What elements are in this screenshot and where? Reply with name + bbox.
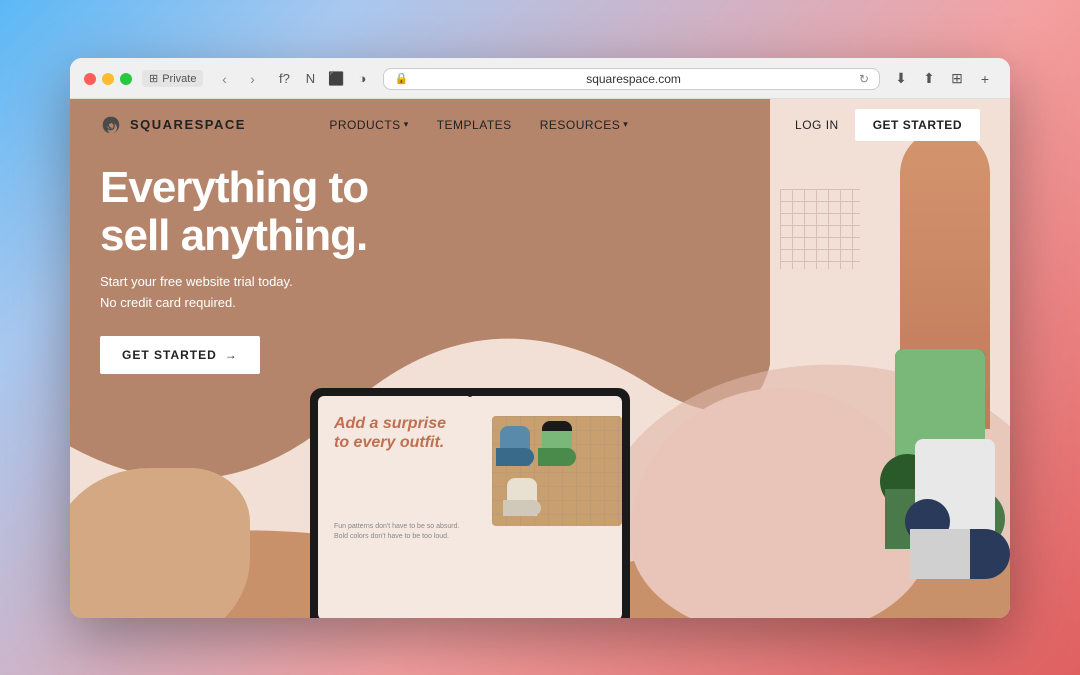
browser-chrome: ⊞ Private ‹ › f? N ⬛ ◑ 🔒 squarespace.com… [70, 58, 1010, 99]
browser-toolbar-icons: f? N ⬛ ◑ [273, 68, 373, 90]
nav-right-actions: LOG IN GET STARTED [795, 109, 980, 141]
logo-text: SQUARESPACE [130, 117, 246, 132]
laptop-product-image [492, 416, 622, 526]
laptop-mockup: Add a surprise to every outfit. [310, 388, 630, 618]
traffic-lights [84, 73, 132, 85]
site-navigation: SQUARESPACE PRODUCTS ▾ TEMPLATES RESOURC… [70, 99, 1010, 151]
traffic-light-green[interactable] [120, 73, 132, 85]
toolbar-shield-icon[interactable]: ◑ [351, 68, 373, 90]
nav-products[interactable]: PRODUCTS ▾ [329, 118, 408, 132]
hero-headline: Everything to sell anything. [100, 164, 368, 261]
share-icon[interactable]: ⬆ [918, 68, 940, 90]
nav-resources[interactable]: RESOURCES ▾ [540, 118, 629, 132]
download-icon[interactable]: ⬇ [890, 68, 912, 90]
squarespace-logo-icon [100, 114, 122, 136]
cta-arrow-icon: → [225, 348, 238, 362]
address-bar[interactable]: 🔒 squarespace.com ↻ [383, 68, 880, 90]
laptop-ad-body: Fun patterns don't have to be so absurd.… [334, 522, 464, 542]
private-mode-badge: ⊞ Private [142, 70, 203, 87]
grid-icon[interactable]: ⊞ [946, 68, 968, 90]
traffic-light-yellow[interactable] [102, 73, 114, 85]
laptop-body: Add a surprise to every outfit. [310, 388, 630, 618]
sock-decoration [880, 129, 1010, 549]
browser-right-icons: ⬇ ⬆ ⊞ + [890, 68, 996, 90]
decorative-grid [780, 189, 860, 269]
browser-window: ⊞ Private ‹ › f? N ⬛ ◑ 🔒 squarespace.com… [70, 58, 1010, 618]
laptop-screen: Add a surprise to every outfit. [318, 396, 622, 618]
white-sock [910, 419, 1010, 579]
laptop-screen-content: Add a surprise to every outfit. [318, 396, 622, 618]
hero-section: Everything to sell anything. Start your … [100, 164, 368, 374]
private-mode-icon: ⊞ [149, 72, 158, 85]
traffic-light-red[interactable] [84, 73, 96, 85]
refresh-icon[interactable]: ↻ [859, 72, 869, 86]
get-started-nav-button[interactable]: GET STARTED [855, 109, 980, 141]
toolbar-fx-icon[interactable]: f? [273, 68, 295, 90]
leg-illustration [880, 129, 1010, 549]
private-mode-label: Private [162, 73, 196, 85]
nav-templates[interactable]: TEMPLATES [437, 118, 512, 132]
back-button[interactable]: ‹ [213, 68, 235, 90]
forward-button[interactable]: › [241, 68, 263, 90]
toolbar-dark-icon[interactable]: ⬛ [325, 68, 347, 90]
nav-links: PRODUCTS ▾ TEMPLATES RESOURCES ▾ [329, 118, 628, 132]
resources-chevron: ▾ [623, 119, 628, 130]
login-link[interactable]: LOG IN [795, 118, 839, 132]
hero-subtext: Start your free website trial today. No … [100, 272, 368, 314]
url-display: squarespace.com [414, 72, 853, 86]
website-content: SQUARESPACE PRODUCTS ▾ TEMPLATES RESOURC… [70, 99, 1010, 618]
sock-navy-toe [970, 529, 1010, 579]
toolbar-notion-icon[interactable]: N [299, 68, 321, 90]
hero-cta-button[interactable]: GET STARTED → [100, 336, 260, 374]
decorative-blob-tan [70, 468, 250, 618]
lock-icon: 🔒 [394, 72, 408, 85]
new-tab-icon[interactable]: + [974, 68, 996, 90]
browser-navigation: ‹ › [213, 68, 263, 90]
products-chevron: ▾ [404, 119, 409, 130]
squarespace-logo[interactable]: SQUARESPACE [100, 114, 246, 136]
